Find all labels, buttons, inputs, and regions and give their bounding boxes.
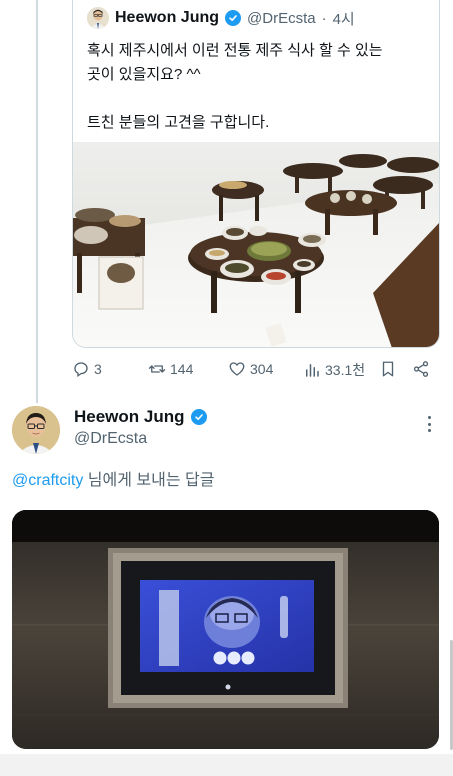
author-name[interactable]: Heewon Jung bbox=[74, 407, 185, 427]
like-button[interactable]: 304 bbox=[228, 360, 273, 378]
share-icon bbox=[413, 361, 429, 377]
reply-context-suffix: 님에게 보내는 답글 bbox=[83, 472, 215, 489]
tweet-photo[interactable] bbox=[73, 142, 439, 348]
views-button[interactable]: 33.1천 bbox=[303, 360, 365, 380]
views-icon bbox=[306, 364, 319, 377]
retweet-count: 144 bbox=[170, 361, 194, 377]
views-count: 33.1천 bbox=[325, 362, 366, 378]
bottom-divider bbox=[0, 754, 453, 776]
tweet-action-bar: 3 144 304 33.1천 bbox=[72, 358, 438, 386]
like-icon bbox=[229, 362, 245, 376]
avatar[interactable] bbox=[87, 7, 109, 29]
tweet-text-line: 트친 분들의 고견을 구합니다. bbox=[87, 114, 270, 131]
reply-media[interactable] bbox=[12, 510, 439, 749]
reply-button[interactable]: 3 bbox=[72, 360, 102, 378]
quoted-tweet-card[interactable]: Heewon Jung @DrEcsta · 4시 혹시 제주시에서 이런 전통… bbox=[72, 0, 440, 348]
mention-link[interactable]: @craftcity bbox=[12, 472, 83, 489]
tweet-text-line: 곳이 있을지요? ^^ bbox=[87, 66, 201, 83]
reply-count: 3 bbox=[94, 361, 102, 377]
thread-connector-line bbox=[36, 0, 38, 403]
quoted-tweet-header: Heewon Jung @DrEcsta · 4시 bbox=[87, 5, 355, 31]
retweet-icon bbox=[148, 365, 166, 373]
author-handle[interactable]: @DrEcsta bbox=[247, 10, 316, 27]
bookmark-button[interactable] bbox=[379, 360, 397, 378]
reply-context: @craftcity 님에게 보내는 답글 bbox=[12, 466, 214, 490]
author-name[interactable]: Heewon Jung bbox=[115, 9, 219, 27]
retweet-button[interactable]: 144 bbox=[148, 360, 193, 378]
share-button[interactable] bbox=[412, 360, 430, 378]
tweet-text-line: 혹시 제주시에서 이런 전통 제주 식사 할 수 있는 bbox=[87, 42, 383, 59]
verified-badge-icon bbox=[225, 10, 242, 26]
verified-badge-icon bbox=[190, 409, 207, 425]
reply-author-name-row: Heewon Jung bbox=[74, 407, 207, 427]
separator-dot: · bbox=[321, 9, 327, 27]
tweet-time[interactable]: 4시 bbox=[333, 8, 355, 29]
bookmark-icon bbox=[382, 361, 394, 377]
more-icon[interactable] bbox=[420, 414, 438, 434]
author-handle[interactable]: @DrEcsta bbox=[74, 430, 147, 448]
avatar[interactable] bbox=[12, 406, 60, 454]
reply-icon bbox=[74, 362, 88, 378]
tweet-text: 혹시 제주시에서 이런 전통 제주 식사 할 수 있는 곳이 있을지요? ^^ … bbox=[87, 39, 427, 135]
like-count: 304 bbox=[250, 361, 274, 377]
